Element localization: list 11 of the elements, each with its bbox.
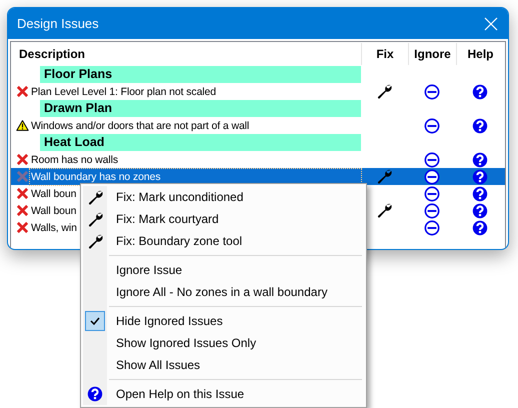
- issue-text: Walls, win: [30, 220, 78, 236]
- window-title: Design Issues: [17, 16, 100, 31]
- issue-text: Wall boun: [30, 204, 78, 218]
- issue-text: Windows and/or doors that are not part of a wall: [30, 118, 250, 134]
- group-header: Heat Load: [40, 134, 361, 151]
- group-header: Floor Plans: [40, 66, 361, 83]
- issue-text: Room has no walls: [30, 152, 120, 168]
- issue-text: Wall boundary has no zones: [30, 168, 361, 184]
- issue-text: Plan Level Level 1: Floor plan not scaled: [30, 84, 218, 100]
- group-header: Drawn Plan: [40, 100, 361, 117]
- issue-text: Wall boun: [30, 186, 78, 202]
